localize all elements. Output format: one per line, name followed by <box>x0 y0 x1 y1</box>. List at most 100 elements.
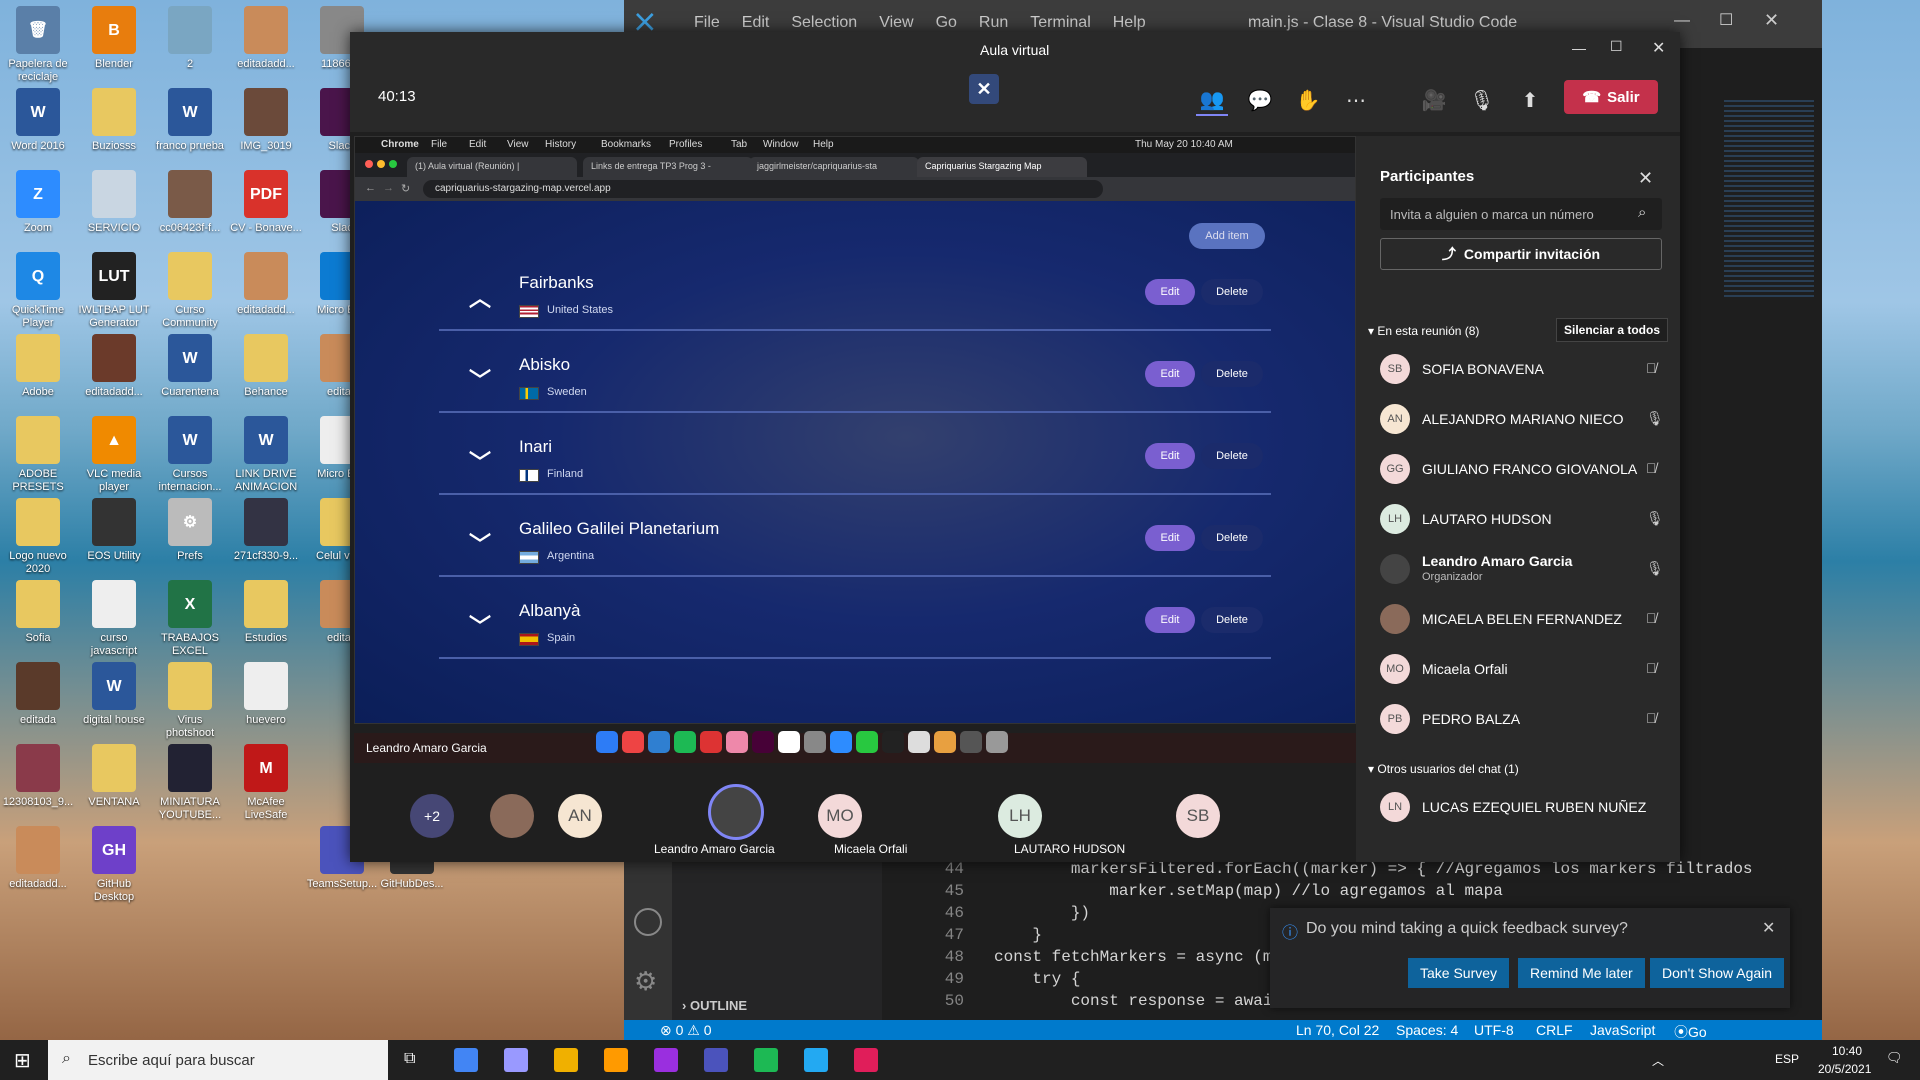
minimize-icon[interactable]: — <box>1572 40 1586 56</box>
dock-app-icon[interactable] <box>934 731 956 753</box>
desktop-icon[interactable]: 271cf330-9... <box>228 498 304 563</box>
mac-menu-item[interactable]: View <box>507 139 529 150</box>
desktop-icon[interactable]: Behance <box>228 334 304 399</box>
chat-icon[interactable]: 💬 <box>1244 84 1276 116</box>
dock-app-icon[interactable] <box>596 731 618 753</box>
in-meeting-header[interactable]: ▾ En esta reunión (8) <box>1368 324 1479 338</box>
dock-app-icon[interactable] <box>804 731 826 753</box>
browser-tab[interactable]: (1) Aula virtual (Reunión) | <box>407 157 577 177</box>
desktop-icon[interactable]: IMG_3019 <box>228 88 304 153</box>
participants-icon[interactable]: 👥 <box>1196 84 1228 116</box>
participant-avatar[interactable]: LH <box>998 794 1042 838</box>
taskbar-app-icon[interactable] <box>554 1048 578 1072</box>
dock-app-icon[interactable] <box>778 731 800 753</box>
delete-button[interactable]: Delete <box>1201 443 1263 469</box>
dock-app-icon[interactable] <box>648 731 670 753</box>
taskbar-search-input[interactable]: ⌕ Escribe aquí para buscar <box>48 1040 388 1080</box>
camera-off-icon[interactable]: 🎥 <box>1418 84 1450 116</box>
chat-user-item[interactable]: LN LUCAS EZEQUIEL RUBEN NUÑEZ <box>1380 788 1670 828</box>
desktop-icon[interactable]: 12308103_9... <box>0 744 76 809</box>
delete-button[interactable]: Delete <box>1201 525 1263 551</box>
mac-zoom-dot[interactable] <box>389 160 397 168</box>
mic-muted-icon[interactable]: 🎙̸ <box>1646 460 1662 478</box>
more-participants-button[interactable]: +2 <box>410 794 454 838</box>
notifications-icon[interactable]: 🗨 <box>1886 1050 1903 1066</box>
address-bar[interactable]: capriquarius-stargazing-map.vercel.app <box>423 180 1103 198</box>
minimap[interactable] <box>1724 100 1814 300</box>
close-modal-button[interactable]: ✕ <box>969 74 999 104</box>
menu-file[interactable]: File <box>694 14 720 32</box>
clock-date[interactable]: 20/5/2021 <box>1818 1062 1871 1076</box>
desktop-icon[interactable]: X TRABAJOS EXCEL <box>152 580 228 658</box>
mac-menu-item[interactable]: Bookmarks <box>601 139 651 150</box>
desktop-icon[interactable]: curso javascript <box>76 580 152 658</box>
dont-show-again-button[interactable]: Don't Show Again <box>1650 958 1785 988</box>
desktop-icon[interactable]: VENTANA <box>76 744 152 809</box>
menu-view[interactable]: View <box>879 14 913 32</box>
delete-button[interactable]: Delete <box>1201 361 1263 387</box>
chevron-down-icon[interactable]: ﹀ <box>469 527 491 559</box>
taskbar-app-icon[interactable] <box>804 1048 828 1072</box>
menu-run[interactable]: Run <box>979 14 1008 32</box>
desktop-icon[interactable]: W Cuarentena <box>152 334 228 399</box>
mac-menu-item[interactable]: Window <box>763 139 799 150</box>
menu-terminal[interactable]: Terminal <box>1030 14 1090 32</box>
desktop-icon[interactable]: ▲ VLC media player <box>76 416 152 494</box>
share-invite-button[interactable]: ⤴ Compartir invitación <box>1380 238 1662 270</box>
chevron-down-icon[interactable]: ﹀ <box>469 445 491 477</box>
participant-avatar[interactable] <box>708 784 764 840</box>
dock-app-icon[interactable] <box>674 731 696 753</box>
desktop-icon[interactable]: editadadd... <box>228 6 304 71</box>
dock-app-icon[interactable] <box>882 731 904 753</box>
problems-indicator[interactable]: ⊗ 0 ⚠ 0 <box>660 1022 712 1039</box>
mac-minimize-dot[interactable] <box>377 160 385 168</box>
dock-app-icon[interactable] <box>752 731 774 753</box>
mac-menu-item[interactable]: Profiles <box>669 139 702 150</box>
add-item-button[interactable]: Add item <box>1189 223 1265 249</box>
maximize-icon[interactable]: ☐ <box>1719 10 1733 30</box>
clock-time[interactable]: 10:40 <box>1832 1044 1862 1058</box>
menu-go[interactable]: Go <box>936 14 957 32</box>
dock-app-icon[interactable] <box>622 731 644 753</box>
dock-app-icon[interactable] <box>726 731 748 753</box>
dock-app-icon[interactable] <box>700 731 722 753</box>
desktop-icon[interactable]: 2 <box>152 6 228 71</box>
close-panel-icon[interactable]: ✕ <box>1638 168 1653 189</box>
browser-tab[interactable]: jaggirlmeister/capriquarius-sta <box>749 157 919 177</box>
avatar[interactable] <box>490 794 534 838</box>
edit-button[interactable]: Edit <box>1145 525 1195 551</box>
desktop-icon[interactable]: Adobe <box>0 334 76 399</box>
eol[interactable]: CRLF <box>1536 1022 1573 1038</box>
desktop-icon[interactable]: W Word 2016 <box>0 88 76 153</box>
desktop-icon[interactable]: ADOBE PRESETS <box>0 416 76 494</box>
edit-button[interactable]: Edit <box>1145 607 1195 633</box>
mac-menu-item[interactable]: Chrome <box>381 139 419 150</box>
menu-help[interactable]: Help <box>1113 14 1146 32</box>
encoding[interactable]: UTF-8 <box>1474 1022 1514 1038</box>
participant-item[interactable]: SB SOFIA BONAVENA 🎙̸ <box>1380 350 1670 390</box>
close-notification-icon[interactable]: ✕ <box>1762 918 1775 938</box>
desktop-icon[interactable]: MINIATURA YOUTUBE... <box>152 744 228 822</box>
maximize-icon[interactable]: ☐ <box>1610 38 1623 55</box>
desktop-icon[interactable]: M McAfee LiveSafe <box>228 744 304 822</box>
desktop-icon[interactable]: PDF CV - Bonave... <box>228 170 304 235</box>
desktop-icon[interactable]: SERVICIO <box>76 170 152 235</box>
delete-button[interactable]: Delete <box>1201 607 1263 633</box>
desktop-icon[interactable]: Z Zoom <box>0 170 76 235</box>
leave-button[interactable]: ☎ Salir <box>1564 80 1658 114</box>
reload-icon[interactable]: ↻ <box>401 182 410 195</box>
reactions-icon[interactable]: ✋ <box>1292 84 1324 116</box>
dock-app-icon[interactable] <box>908 731 930 753</box>
participant-avatar[interactable]: AN <box>558 794 602 838</box>
mic-muted-icon[interactable]: 🎙̸ <box>1646 360 1662 378</box>
menu-edit[interactable]: Edit <box>742 14 770 32</box>
windows-start-icon[interactable]: ⊞ <box>14 1048 31 1073</box>
mac-menu-item[interactable]: Help <box>813 139 834 150</box>
desktop-icon[interactable]: editadadd... <box>76 334 152 399</box>
participant-item[interactable]: Leandro Amaro Garcia Organizador 🎙 <box>1380 550 1670 590</box>
search-icon[interactable]: ⌕ <box>1638 204 1646 221</box>
mac-menu-item[interactable]: Edit <box>469 139 486 150</box>
task-view-icon[interactable]: ⧉ <box>404 1050 415 1068</box>
mic-muted-icon[interactable]: 🎙̸ <box>1646 610 1662 628</box>
taskbar-app-icon[interactable] <box>604 1048 628 1072</box>
